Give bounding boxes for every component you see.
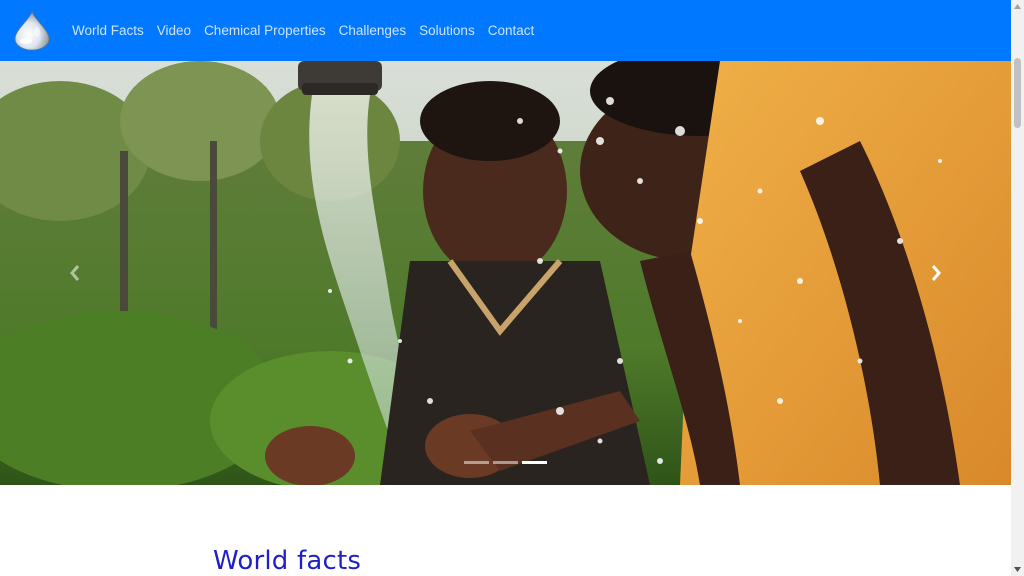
carousel-prev-button[interactable]: [0, 61, 150, 485]
nav-link-solutions[interactable]: Solutions: [419, 23, 475, 38]
carousel-slide-image: [0, 61, 1011, 485]
carousel-indicators: [0, 461, 1011, 464]
nav-link-video[interactable]: Video: [157, 23, 191, 38]
carousel-indicator-3[interactable]: [522, 461, 547, 464]
scroll-down-arrow-icon[interactable]: [1011, 563, 1024, 576]
carousel-indicator-2[interactable]: [493, 461, 518, 464]
water-drop-icon: [14, 10, 50, 50]
chevron-right-icon: [931, 265, 941, 281]
nav-link-world-facts[interactable]: World Facts: [72, 23, 144, 38]
carousel-indicator-1[interactable]: [464, 461, 489, 464]
nav-link-challenges[interactable]: Challenges: [339, 23, 407, 38]
chevron-left-icon: [70, 265, 80, 281]
scroll-up-arrow-icon[interactable]: [1011, 0, 1024, 13]
nav-link-chemical-properties[interactable]: Chemical Properties: [204, 23, 326, 38]
brand-logo[interactable]: [11, 10, 53, 52]
hero-carousel: [0, 61, 1011, 485]
carousel-next-button[interactable]: [861, 61, 1011, 485]
nav-link-contact[interactable]: Contact: [488, 23, 535, 38]
nav-links: World Facts Video Chemical Properties Ch…: [72, 23, 547, 38]
page-scrollbar[interactable]: [1011, 0, 1024, 576]
page: World Facts Video Chemical Properties Ch…: [0, 0, 1011, 576]
section-title-world-facts: World facts: [213, 546, 362, 576]
scrollbar-thumb[interactable]: [1014, 58, 1021, 128]
top-navbar: World Facts Video Chemical Properties Ch…: [0, 0, 1011, 61]
